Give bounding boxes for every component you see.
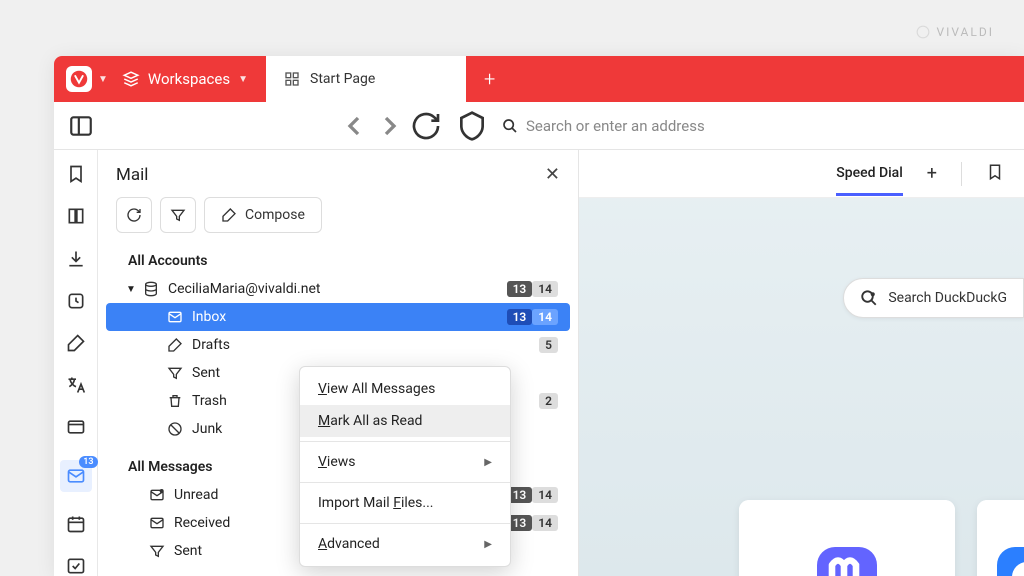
- unread-icon: [148, 486, 166, 504]
- account-row[interactable]: ▼ CeciliaMaria@vivaldi.net 1314: [106, 275, 570, 303]
- window-panel-icon[interactable]: [65, 417, 87, 437]
- vivaldi-icon: [977, 500, 1024, 576]
- mail-refresh-button[interactable]: [116, 197, 152, 233]
- search-icon: [860, 289, 878, 307]
- brand-watermark: VIVALDI: [916, 25, 994, 39]
- calendar-panel-icon[interactable]: [65, 514, 87, 534]
- reading-list-panel-icon[interactable]: [65, 206, 87, 226]
- side-rail: 13: [54, 150, 98, 576]
- back-button[interactable]: [338, 110, 370, 142]
- sent-icon: [166, 364, 184, 382]
- tab-start-page[interactable]: Start Page: [266, 56, 466, 102]
- add-speed-dial-button[interactable]: +: [927, 163, 937, 184]
- address-placeholder: Search or enter an address: [526, 117, 705, 135]
- translate-panel-icon[interactable]: [65, 375, 87, 395]
- titlebar: ▼ Workspaces ▼ Start Page +: [54, 56, 1024, 102]
- close-panel-button[interactable]: ✕: [545, 164, 560, 185]
- inbox-folder[interactable]: Inbox 1314: [106, 303, 570, 331]
- search-icon: [502, 118, 518, 134]
- drafts-icon: [166, 336, 184, 354]
- ctx-advanced-submenu[interactable]: Advanced▶: [300, 528, 510, 560]
- toolbar: Search or enter an address: [54, 102, 1024, 150]
- vivaldi-menu-button[interactable]: [66, 66, 92, 92]
- mail-panel-title: Mail: [116, 165, 545, 185]
- ctx-mark-all-as-read[interactable]: Mark All as Read: [300, 405, 510, 437]
- inbox-icon: [166, 308, 184, 326]
- ctx-views-submenu[interactable]: Views▶: [300, 446, 510, 478]
- forward-button[interactable]: [374, 110, 406, 142]
- speed-dial-card-vivaldi-social[interactable]: Vivaldi Social: [739, 500, 955, 576]
- address-bar[interactable]: Search or enter an address: [498, 117, 1010, 135]
- shield-icon[interactable]: [456, 110, 488, 142]
- search-field[interactable]: Search DuckDuckG: [843, 278, 1024, 318]
- received-icon: [148, 514, 166, 532]
- start-page: Speed Dial + Search DuckDuckG Vivaldi So…: [578, 150, 1024, 576]
- trash-icon: [166, 392, 184, 410]
- workspaces-button[interactable]: Workspaces ▼: [122, 70, 248, 88]
- ctx-view-all-messages[interactable]: View All Messages: [300, 373, 510, 405]
- compose-button[interactable]: Compose: [204, 197, 322, 233]
- chevron-down-icon: ▼: [238, 74, 248, 85]
- notes-panel-icon[interactable]: [65, 333, 87, 353]
- chevron-right-icon: ▶: [484, 539, 492, 550]
- panel-toggle-button[interactable]: [68, 113, 94, 139]
- mail-badge: 13: [79, 456, 97, 468]
- mail-panel-icon[interactable]: 13: [60, 460, 92, 492]
- caret-down-icon: ▼: [126, 284, 136, 295]
- ctx-import-mail-files[interactable]: Import Mail Files...: [300, 487, 510, 519]
- bookmarks-tab-icon[interactable]: [986, 163, 1004, 185]
- chevron-right-icon: ▶: [484, 457, 492, 468]
- all-accounts-header: All Accounts: [106, 247, 570, 275]
- browser-window: ▼ Workspaces ▼ Start Page + S: [54, 56, 1024, 576]
- inbox-context-menu: View All Messages Mark All as Read Views…: [299, 366, 511, 567]
- speed-dial-tab[interactable]: Speed Dial: [836, 165, 903, 196]
- start-page-tabs: Speed Dial +: [579, 150, 1024, 198]
- reload-button[interactable]: [410, 110, 442, 142]
- mail-filter-button[interactable]: [160, 197, 196, 233]
- speed-dial-card-vivaldi[interactable]: Vivaldi: [977, 500, 1024, 576]
- history-panel-icon[interactable]: [65, 291, 87, 311]
- junk-icon: [166, 420, 184, 438]
- database-icon: [142, 280, 160, 298]
- new-tab-button[interactable]: +: [466, 67, 513, 91]
- tasks-panel-icon[interactable]: [65, 556, 87, 576]
- vivaldi-menu-chevron-icon[interactable]: ▼: [98, 74, 108, 85]
- downloads-panel-icon[interactable]: [65, 248, 87, 268]
- sent-icon: [148, 542, 166, 560]
- bookmarks-panel-icon[interactable]: [65, 164, 87, 184]
- drafts-folder[interactable]: Drafts 5: [106, 331, 570, 359]
- mastodon-icon: [739, 500, 955, 576]
